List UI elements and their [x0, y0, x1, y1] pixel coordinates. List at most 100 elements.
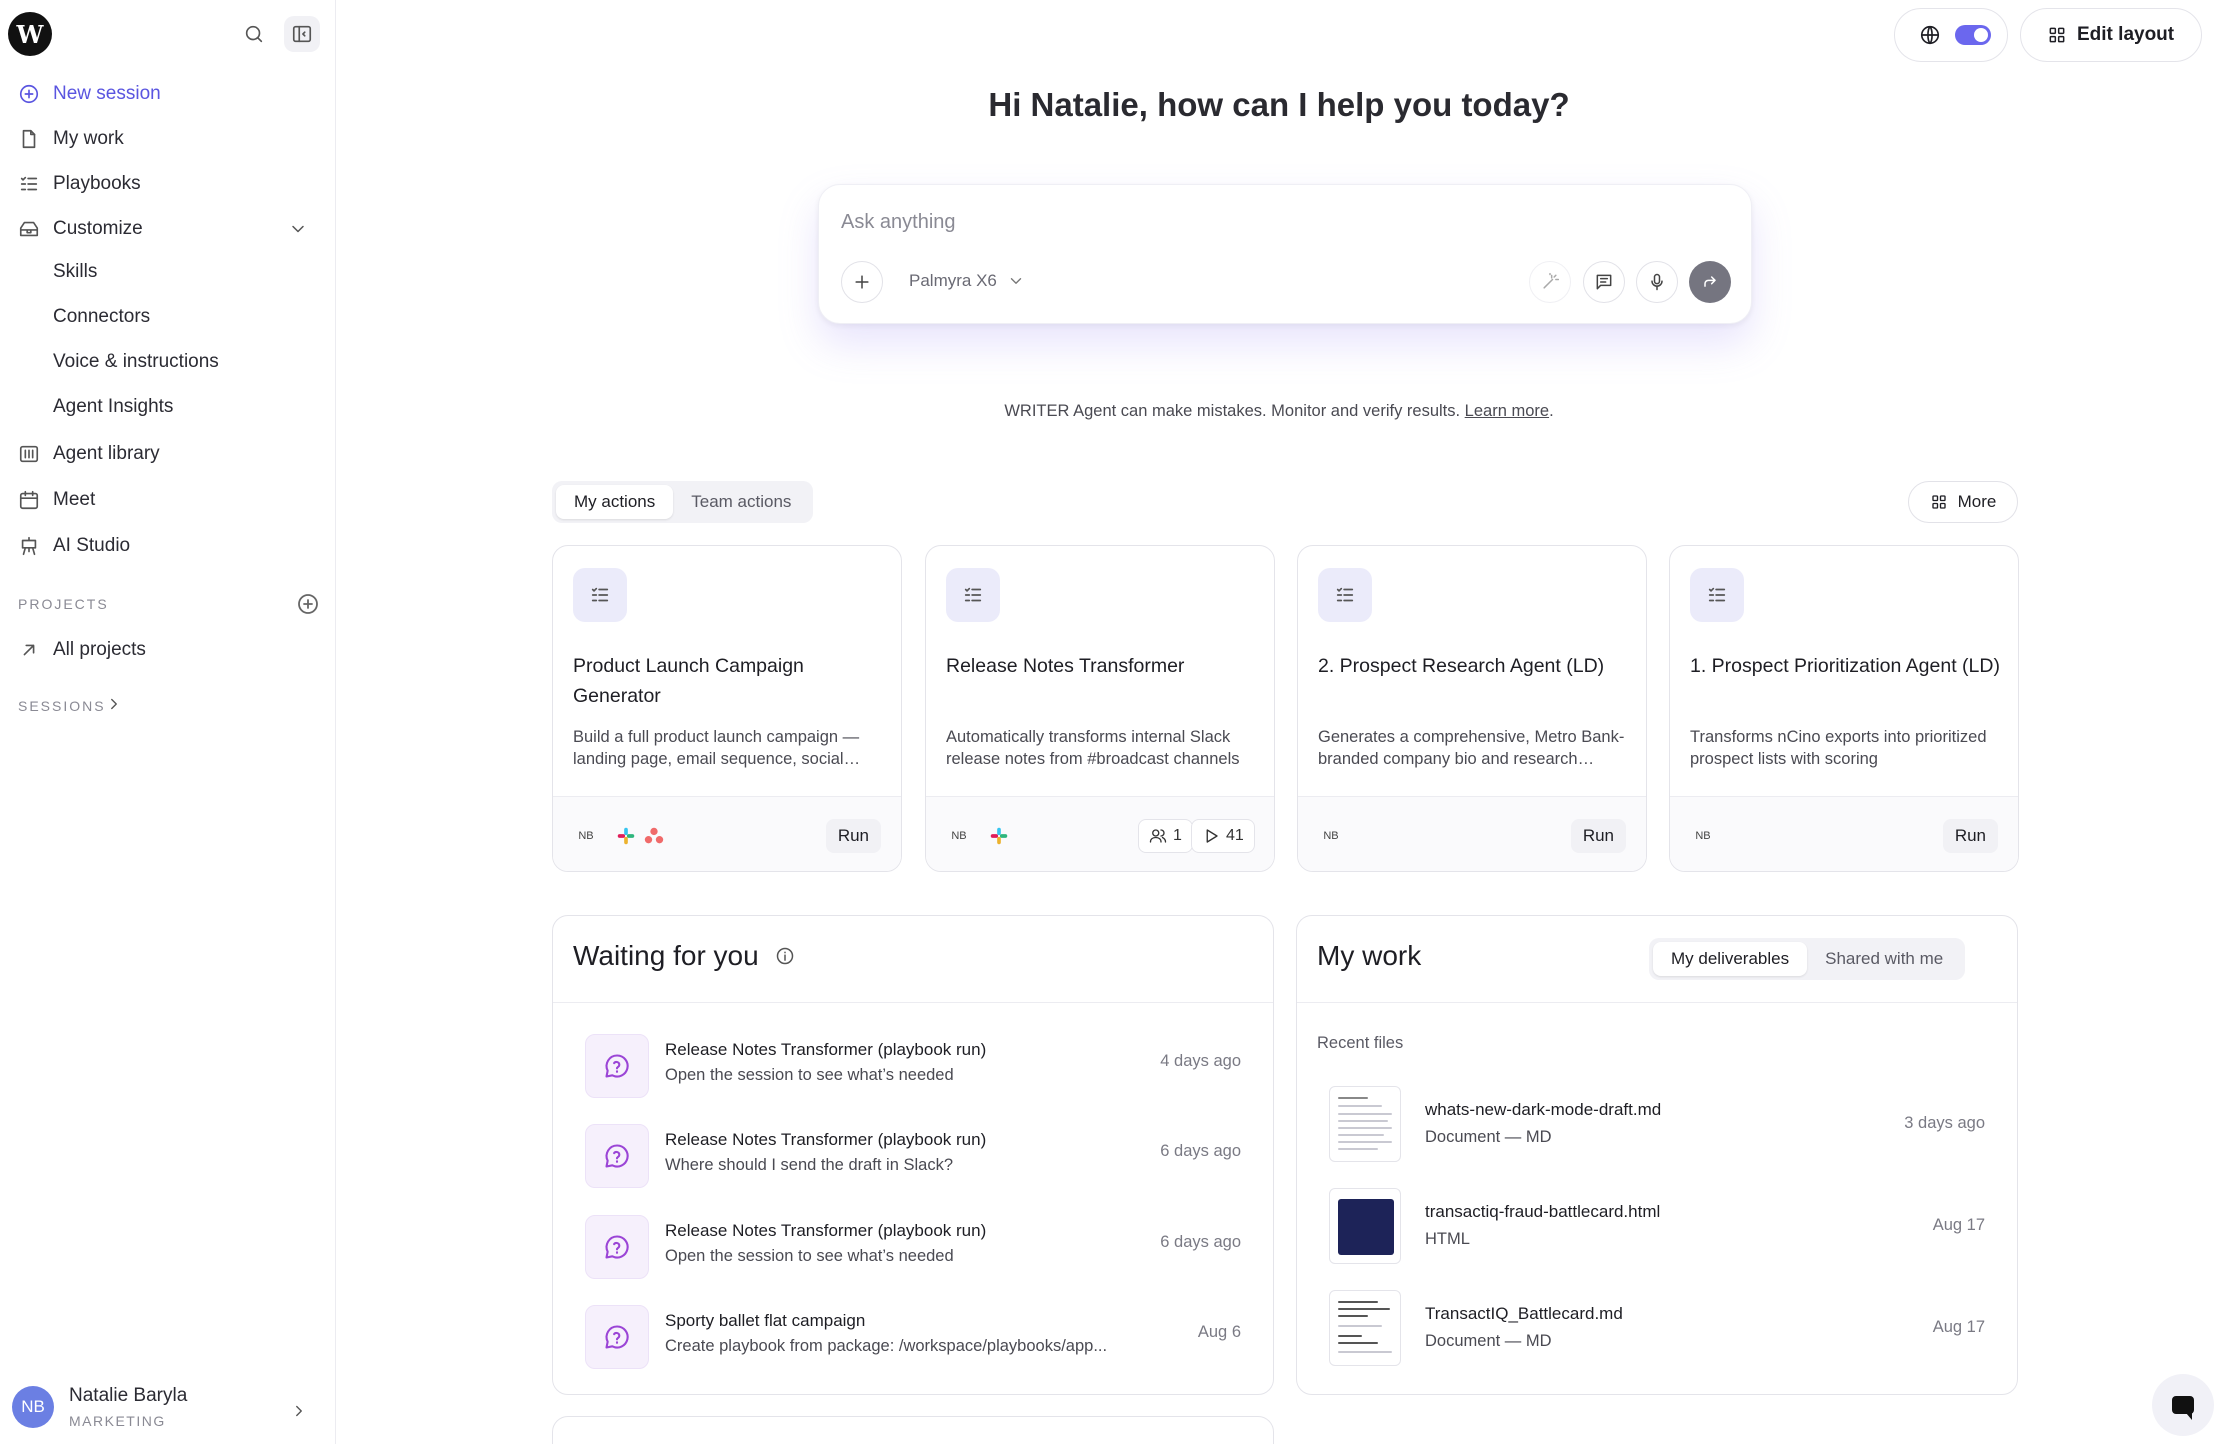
card-title: 1. Prospect Prioritization Agent (LD) — [1690, 655, 2000, 677]
users-count[interactable]: 1 — [1138, 819, 1193, 853]
send-button[interactable] — [1689, 261, 1731, 303]
card-description: Automatically transforms internal Slack … — [946, 728, 1240, 768]
tab-shared-with-me[interactable]: Shared with me — [1807, 942, 1961, 976]
sidebar-item-label: My work — [53, 128, 124, 149]
magic-wand-button[interactable] — [1529, 261, 1571, 303]
microphone-icon — [1651, 273, 1663, 291]
file-type: HTML — [1425, 1230, 1470, 1248]
user-team: MARKETING — [69, 1413, 166, 1429]
composer[interactable]: Ask anything Palmyra X6 — [818, 184, 1752, 324]
model-label: Palmyra X6 — [909, 271, 997, 290]
recent-files-label: Recent files — [1317, 1034, 1404, 1052]
sidebar-item-my-work[interactable]: My work — [0, 119, 336, 159]
tab-my-deliverables[interactable]: My deliverables — [1653, 942, 1808, 976]
add-project-icon[interactable] — [296, 592, 320, 616]
easel-icon — [21, 536, 37, 556]
sidebar-item-label: Agent library — [53, 443, 160, 464]
ask-input[interactable]: Ask anything — [841, 211, 956, 234]
mode-toggle[interactable] — [1894, 8, 2008, 62]
file-row[interactable]: whats-new-dark-mode-draft.md Document — … — [1297, 1086, 2017, 1166]
card-description: Generates a comprehensive, Metro Bank-br… — [1318, 728, 1625, 768]
item-time: 4 days ago — [1160, 1052, 1241, 1070]
item-title: Release Notes Transformer (playbook run) — [665, 1221, 987, 1240]
sidebar-item-customize[interactable]: Customize — [0, 209, 336, 249]
prompt-library-button[interactable] — [1583, 261, 1625, 303]
search-button[interactable] — [236, 16, 272, 52]
sidebar-item-voice-instructions[interactable]: Voice & instructions — [0, 342, 336, 382]
writer-logo[interactable]: W — [8, 12, 52, 56]
file-name: transactiq-fraud-battlecard.html — [1425, 1202, 1661, 1221]
chat-support-button[interactable] — [2152, 1374, 2214, 1436]
list-item[interactable]: Release Notes Transformer (playbook run)… — [553, 1124, 1273, 1214]
sidebar-item-new-session[interactable]: New session — [0, 74, 336, 114]
tab-team-actions[interactable]: Team actions — [673, 485, 809, 519]
action-card[interactable]: Product Launch Campaign Generator Build … — [552, 545, 902, 872]
file-time: Aug 17 — [1932, 1216, 1985, 1234]
list-item[interactable]: Release Notes Transformer (playbook run)… — [553, 1034, 1273, 1124]
sidebar-item-playbooks[interactable]: Playbooks — [0, 164, 336, 204]
item-title: Release Notes Transformer (playbook run) — [665, 1040, 987, 1059]
action-card[interactable]: 1. Prospect Prioritization Agent (LD) Tr… — [1669, 545, 2019, 872]
divider — [1297, 1002, 2017, 1003]
run-button[interactable]: Run — [1570, 819, 1626, 853]
sidebar-item-connectors[interactable]: Connectors — [0, 297, 336, 337]
file-time: Aug 17 — [1932, 1318, 1985, 1336]
list-item[interactable]: Release Notes Transformer (playbook run)… — [553, 1215, 1273, 1305]
run-button[interactable]: Run — [1942, 819, 1998, 853]
sessions-section-label[interactable]: SESSIONS — [18, 698, 106, 714]
user-profile[interactable]: NB Natalie Baryla MARKETING — [0, 1380, 336, 1440]
chevron-down-icon[interactable] — [288, 219, 308, 239]
info-icon[interactable] — [775, 946, 795, 966]
owner-badge: NB — [951, 830, 967, 842]
list-item[interactable]: Sporty ballet flat campaign Create playb… — [553, 1305, 1273, 1394]
message-icon — [1596, 274, 1612, 290]
learn-more-link[interactable]: Learn more — [1465, 402, 1549, 420]
edit-layout-button[interactable]: Edit layout — [2020, 8, 2202, 62]
owner-badge: NB — [1323, 830, 1339, 842]
file-row[interactable]: transactiq-fraud-battlecard.html HTML Au… — [1297, 1188, 2017, 1268]
owner-badge: NB — [1695, 830, 1711, 842]
model-selector[interactable]: Palmyra X6 — [909, 271, 1025, 291]
collapse-sidebar-button[interactable] — [284, 16, 320, 52]
playbook-icon — [946, 568, 1000, 622]
more-label: More — [1957, 492, 1997, 511]
action-card[interactable]: Release Notes Transformer Automatically … — [925, 545, 1275, 872]
my-work-tabs: My deliverables Shared with me — [1649, 938, 1966, 980]
sidebar-item-agent-library[interactable]: Agent library — [0, 434, 336, 474]
runs-count-value: 41 — [1226, 827, 1244, 844]
item-subtitle: Create playbook from package: /workspace… — [665, 1337, 1108, 1355]
arrow-up-right-icon — [23, 644, 35, 656]
divider — [553, 1002, 1273, 1003]
asana-icon — [644, 827, 664, 844]
playbook-icon — [1690, 568, 1744, 622]
card-description: Transforms nCino exports into prioritize… — [1690, 728, 1987, 768]
calendar-icon — [19, 490, 39, 510]
sidebar-item-skills[interactable]: Skills — [0, 252, 336, 292]
chevron-down-icon — [1010, 278, 1022, 284]
item-title: Sporty ballet flat campaign — [665, 1311, 866, 1330]
sidebar-item-ai-studio[interactable]: AI Studio — [0, 526, 336, 566]
tab-my-actions[interactable]: My actions — [556, 485, 674, 519]
run-button[interactable]: Run — [825, 819, 881, 853]
more-button[interactable]: More — [1908, 481, 2018, 523]
runs-count[interactable]: 41 — [1191, 819, 1255, 853]
edit-layout-label: Edit layout — [2077, 24, 2175, 45]
question-chat-icon — [585, 1124, 649, 1188]
attach-button[interactable] — [841, 261, 883, 303]
waiting-panel: Waiting for you Release Notes Transforme… — [552, 915, 1274, 1395]
sidebar-item-meet[interactable]: Meet — [0, 480, 336, 520]
sidebar-item-label: Voice & instructions — [53, 351, 219, 372]
next-panel — [552, 1416, 1274, 1444]
sidebar-item-all-projects[interactable]: All projects — [0, 630, 336, 670]
sidebar-item-label: AI Studio — [53, 535, 131, 556]
sidebar-item-label: Meet — [53, 489, 96, 510]
plus-circle-icon — [19, 84, 39, 104]
toggle-switch[interactable] — [1955, 25, 1991, 45]
action-card[interactable]: 2. Prospect Research Agent (LD) Generate… — [1297, 545, 1647, 872]
file-row[interactable]: TransactIQ_Battlecard.md Document — MD A… — [1297, 1290, 2017, 1370]
disclaimer: WRITER Agent can make mistakes. Monitor … — [336, 402, 2222, 421]
item-time: 6 days ago — [1160, 1233, 1241, 1251]
microphone-button[interactable] — [1636, 261, 1678, 303]
sidebar-item-agent-insights[interactable]: Agent Insights — [0, 387, 336, 427]
chevron-right-icon[interactable] — [105, 695, 123, 713]
